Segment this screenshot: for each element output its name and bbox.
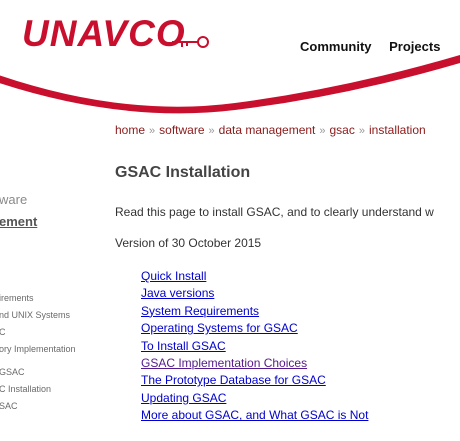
breadcrumb-data-management[interactable]: data management <box>219 123 316 137</box>
table-of-contents: Quick Install Java versions System Requi… <box>141 268 368 425</box>
breadcrumb-home[interactable]: home <box>115 123 145 137</box>
sidebar-link[interactable]: ory Implementation <box>0 341 76 358</box>
breadcrumb: home» software» data management» gsac» insta… <box>115 123 426 137</box>
sidebar-link[interactable]: SAC <box>0 398 76 415</box>
breadcrumb-separator: » <box>149 125 156 137</box>
sidebar-link[interactable]: C Installation <box>0 381 76 398</box>
breadcrumb-software[interactable]: software <box>159 123 204 137</box>
page-title: GSAC Installation <box>115 164 251 181</box>
sidebar-section-subtitle[interactable]: ement <box>0 214 37 229</box>
sidebar-links: irements nd UNIX Systems C ory Implement… <box>0 290 76 415</box>
toc-link-operating-systems[interactable]: Operating Systems for GSAC <box>141 321 298 335</box>
toc-item: More about GSAC, and What GSAC is Not <box>141 407 368 424</box>
sidebar-link[interactable]: nd UNIX Systems <box>0 307 76 324</box>
top-navigation: Community Projects <box>300 39 454 54</box>
logo-text: UNAVCO <box>22 13 186 54</box>
version-text: Version of 30 October 2015 <box>115 236 262 250</box>
toc-link-prototype-database[interactable]: The Prototype Database for GSAC <box>141 373 326 387</box>
toc-item: Operating Systems for GSAC <box>141 320 368 337</box>
toc-link-java-versions[interactable]: Java versions <box>141 286 214 300</box>
toc-link-updating[interactable]: Updating GSAC <box>141 391 226 405</box>
sidebar-link[interactable]: C <box>0 324 76 341</box>
toc-item: System Requirements <box>141 303 368 320</box>
nav-item-community[interactable]: Community <box>300 39 372 54</box>
sidebar-link[interactable]: GSAC <box>0 364 76 381</box>
toc-item: Updating GSAC <box>141 390 368 407</box>
toc-item: To Install GSAC <box>141 338 368 355</box>
key-icon <box>172 36 209 48</box>
breadcrumb-separator: » <box>358 125 365 137</box>
toc-item: GSAC Implementation Choices <box>141 355 368 372</box>
sidebar-section-title[interactable]: ware <box>0 192 27 207</box>
breadcrumb-separator: » <box>319 125 326 137</box>
toc-item: The Prototype Database for GSAC <box>141 372 368 389</box>
page: UNAVCO Community Projects ware ement ire… <box>0 0 460 441</box>
toc-item: Quick Install <box>141 268 368 285</box>
breadcrumb-installation[interactable]: installation <box>369 123 426 137</box>
breadcrumb-separator: » <box>208 125 215 137</box>
intro-text: Read this page to install GSAC, and to c… <box>115 205 434 219</box>
toc-link-to-install[interactable]: To Install GSAC <box>141 339 226 353</box>
toc-link-quick-install[interactable]: Quick Install <box>141 269 206 283</box>
breadcrumb-gsac[interactable]: gsac <box>330 123 355 137</box>
toc-item: Java versions <box>141 285 368 302</box>
toc-link-implementation-choices[interactable]: GSAC Implementation Choices <box>141 356 307 370</box>
toc-link-system-requirements[interactable]: System Requirements <box>141 304 259 318</box>
nav-item-projects[interactable]: Projects <box>389 39 440 54</box>
toc-link-more-about[interactable]: More about GSAC, and What GSAC is Not <box>141 408 368 422</box>
sidebar-link[interactable]: irements <box>0 290 76 307</box>
